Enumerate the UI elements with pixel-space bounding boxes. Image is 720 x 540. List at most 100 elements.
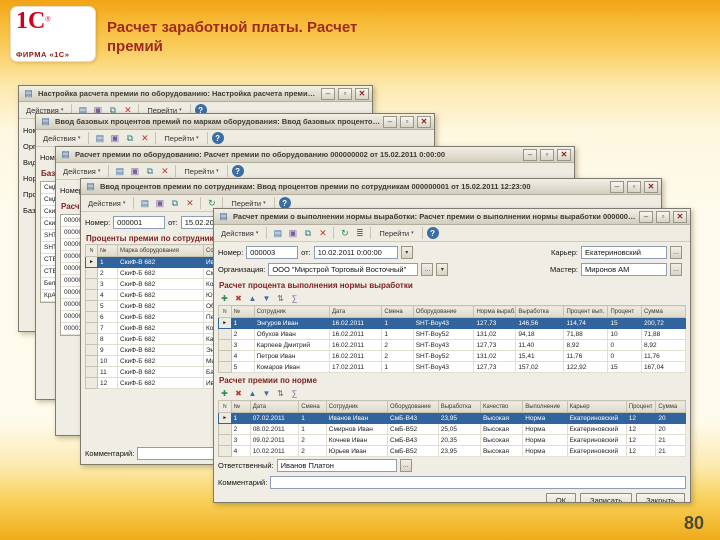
help-icon[interactable]: ?: [231, 165, 244, 177]
copy-icon[interactable]: ⧉: [168, 197, 181, 210]
maximize-button[interactable]: ▫: [627, 180, 641, 193]
copy-icon[interactable]: ⧉: [123, 132, 136, 145]
titlebar[interactable]: ▤ Ввод базовых процентов премий по марка…: [36, 114, 434, 130]
open-icon[interactable]: ▾: [436, 263, 449, 276]
delete-row-icon[interactable]: ✖: [232, 387, 245, 399]
column-header[interactable]: Карьер: [566, 400, 627, 413]
maximize-button[interactable]: ▫: [540, 148, 554, 161]
new-icon[interactable]: ▤: [93, 132, 106, 145]
close-button[interactable]: ✕: [644, 180, 658, 193]
sort-icon[interactable]: ⇅: [274, 387, 287, 399]
responsible-input[interactable]: Иванов Платон: [276, 459, 397, 472]
fill-icon[interactable]: ∑: [288, 387, 301, 399]
number-input[interactable]: 000003: [246, 246, 299, 259]
table-row[interactable]: ► 1 Энгуров Иван 16.02.2011 1 SHT-Boy43 127,73…: [218, 317, 687, 329]
table-row[interactable]: 2 08.02.2011 1 Смирнов Иван СмБ-В52 25,05 Высо…: [218, 423, 686, 435]
column-header[interactable]: №: [230, 305, 255, 318]
close-button[interactable]: ✕: [417, 115, 431, 128]
titlebar[interactable]: ▤ Расчет премии о выполнении нормы выраб…: [214, 209, 690, 225]
go-menu[interactable]: Перейти ▾: [160, 132, 202, 145]
titlebar[interactable]: ▤ Настройка расчета премии по оборудован…: [19, 86, 372, 102]
actions-menu[interactable]: Действия ▾: [217, 227, 262, 240]
close-button[interactable]: ✕: [355, 87, 369, 100]
column-header[interactable]: Смена: [298, 400, 327, 413]
organization-input[interactable]: ООО "Мирстрой Торговый Восточный": [268, 263, 419, 276]
titlebar[interactable]: ▤ Ввод процентов премии по сотрудникам: …: [81, 179, 661, 195]
table-row[interactable]: 2 Обухов Иван 16.02.2011 1 SHT-Boy52 131,02 94…: [218, 328, 687, 340]
copy-icon[interactable]: ⧉: [301, 227, 314, 240]
column-header[interactable]: №: [230, 400, 251, 413]
actions-menu[interactable]: Действия ▾: [39, 132, 84, 145]
number-input[interactable]: 000001: [113, 216, 166, 229]
table-row[interactable]: 4 Петров Иван 16.02.2011 2 SHT-Boy52 131,02 15…: [218, 350, 687, 362]
column-header[interactable]: Оборудование: [412, 305, 475, 318]
save-icon[interactable]: ▣: [286, 227, 299, 240]
column-header[interactable]: Выполнение: [522, 400, 568, 413]
help-icon[interactable]: ?: [211, 132, 224, 144]
maximize-button[interactable]: ▫: [656, 210, 670, 223]
master-input[interactable]: Миронов АМ: [581, 263, 667, 276]
calendar-icon[interactable]: ▾: [400, 246, 413, 259]
choose-icon[interactable]: …: [421, 263, 434, 276]
delete-icon[interactable]: ✕: [316, 227, 329, 240]
refresh-icon[interactable]: ↻: [338, 227, 351, 240]
help-icon[interactable]: ?: [426, 227, 439, 239]
column-header[interactable]: Выработка: [437, 400, 481, 413]
copy-icon[interactable]: ⧉: [143, 165, 156, 178]
delete-icon[interactable]: ✕: [183, 197, 196, 210]
move-up-icon[interactable]: ▲: [246, 387, 259, 399]
minimize-button[interactable]: –: [523, 148, 537, 161]
save-icon[interactable]: ▣: [153, 197, 166, 210]
column-header[interactable]: Сотрудник: [253, 305, 330, 318]
new-icon[interactable]: ▤: [271, 227, 284, 240]
minimize-button[interactable]: –: [321, 87, 335, 100]
date-input[interactable]: 10.02.2011 0:00:00: [313, 246, 398, 259]
close-button[interactable]: Закрыть: [636, 493, 685, 502]
go-menu[interactable]: Перейти ▾: [180, 165, 222, 178]
column-header[interactable]: Дата: [249, 400, 300, 413]
close-button[interactable]: ✕: [673, 210, 687, 223]
add-row-icon[interactable]: ✚: [218, 292, 231, 304]
table-row[interactable]: ► 1 07.02.2011 1 Иванов Иван СмБ-В43 23,95 Высо…: [218, 412, 686, 424]
actions-menu[interactable]: Действия ▾: [84, 197, 129, 210]
move-down-icon[interactable]: ▼: [260, 292, 273, 304]
delete-icon[interactable]: ✕: [138, 132, 151, 145]
maximize-button[interactable]: ▫: [400, 115, 414, 128]
minimize-button[interactable]: –: [639, 210, 653, 223]
save-icon[interactable]: ▣: [128, 165, 141, 178]
column-header[interactable]: Выработка: [515, 305, 565, 318]
column-header[interactable]: Смена: [381, 305, 414, 318]
table-row[interactable]: 3 Карпеев Дмитрий 16.02.2011 2 SHT-Boy43 127,…: [218, 339, 687, 351]
maximize-button[interactable]: ▫: [338, 87, 352, 100]
table-row[interactable]: 4 10.02.2011 2 Юрьев Иван СмБ-В52 23,95 Высока…: [218, 445, 686, 457]
new-icon[interactable]: ▤: [138, 197, 151, 210]
column-header[interactable]: Сумма: [655, 400, 686, 413]
delete-icon[interactable]: ✕: [158, 165, 171, 178]
delete-row-icon[interactable]: ✖: [232, 292, 245, 304]
column-header[interactable]: Норма выраб.: [473, 305, 517, 318]
move-up-icon[interactable]: ▲: [246, 292, 259, 304]
comment-input[interactable]: [270, 476, 686, 489]
ok-button[interactable]: ОК: [545, 493, 577, 502]
table-row[interactable]: 5 Комаров Иван 17.02.2011 1 SHT-Boy43 127,73 1…: [218, 361, 687, 373]
go-menu[interactable]: Перейти ▾: [375, 227, 417, 240]
choose-icon[interactable]: …: [399, 459, 412, 472]
column-header[interactable]: Процент: [625, 400, 657, 413]
write-button[interactable]: Записать: [580, 493, 633, 502]
column-header[interactable]: Качество: [479, 400, 524, 413]
minimize-button[interactable]: –: [610, 180, 624, 193]
column-header[interactable]: Дата: [328, 305, 383, 318]
column-header[interactable]: Процент: [607, 305, 642, 318]
titlebar[interactable]: ▤ Расчет премии по оборудованию: Расчет …: [56, 147, 574, 163]
column-header[interactable]: Сотрудник: [325, 400, 389, 413]
add-row-icon[interactable]: ✚: [218, 387, 231, 399]
save-icon[interactable]: ▣: [108, 132, 121, 145]
sort-icon[interactable]: ⇅: [274, 292, 287, 304]
actions-menu[interactable]: Действия ▾: [59, 165, 104, 178]
choose-icon[interactable]: …: [670, 246, 682, 259]
new-icon[interactable]: ▤: [113, 165, 126, 178]
table-row[interactable]: 3 09.02.2011 2 Кочнев Иван СмБ-В43 20,35 Высок…: [218, 434, 686, 446]
minimize-button[interactable]: –: [383, 115, 397, 128]
column-header[interactable]: №: [97, 244, 118, 257]
close-button[interactable]: ✕: [557, 148, 571, 161]
